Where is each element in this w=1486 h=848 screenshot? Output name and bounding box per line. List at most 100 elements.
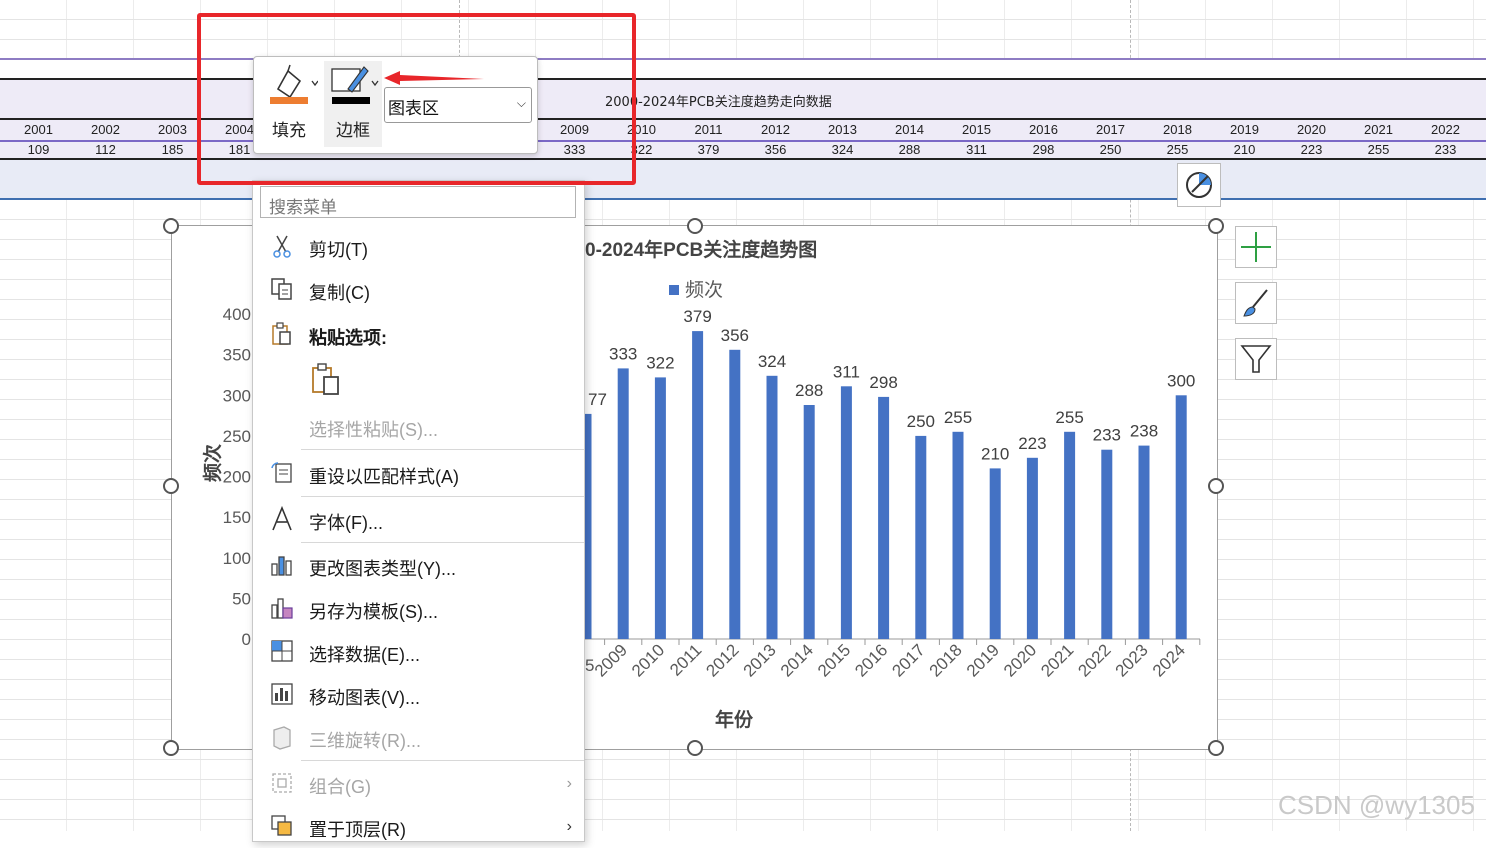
bar[interactable] [1026, 457, 1038, 639]
table-title: 2000-2024年PCB关注度趋势走向数据 [605, 95, 832, 110]
chart-filters-icon [1240, 345, 1272, 373]
bar[interactable] [1101, 449, 1113, 639]
year-cell[interactable]: 2013 [809, 122, 876, 137]
resize-handle[interactable] [1208, 740, 1224, 756]
border-line [0, 198, 1486, 200]
value-cell[interactable]: 185 [139, 142, 206, 157]
x-tick-label: 2014 [777, 640, 817, 680]
bar[interactable] [729, 349, 741, 640]
menu-separator [301, 542, 584, 543]
context-menu: 搜索菜单 剪切(T) 复制(C) 粘贴选项: 选择性粘贴(S)... 重设以匹配… [252, 180, 585, 842]
menu-item-paste-special: 选择性粘贴(S)... [253, 406, 584, 448]
value-cell[interactable]: 288 [876, 142, 943, 157]
legend-label: 频次 [685, 279, 723, 301]
value-cell[interactable]: 112 [72, 142, 139, 157]
bar[interactable] [915, 435, 927, 639]
chart-elements-button[interactable] [1235, 226, 1277, 268]
data-label: 255 [1055, 408, 1083, 427]
x-tick-label: 2010 [628, 640, 668, 680]
bar[interactable] [803, 405, 815, 639]
menu-item-label: 组合(G) [309, 777, 371, 797]
bar[interactable] [766, 375, 778, 640]
menu-item-3d-rotation: 三维旋转(R)... [253, 717, 584, 759]
menu-item-font[interactable]: 字体(F)... [253, 499, 584, 541]
chart-styles-button[interactable] [1235, 282, 1277, 324]
menu-item-bring-to-front[interactable]: 置于顶层(R) › [253, 806, 584, 848]
menu-item-move-chart[interactable]: 移动图表(V)... [253, 674, 584, 716]
bar[interactable] [989, 468, 1001, 639]
data-label: 238 [1130, 422, 1158, 441]
resize-handle[interactable] [1208, 218, 1224, 234]
value-cell[interactable]: 298 [1010, 142, 1077, 157]
value-cell[interactable]: 379 [675, 142, 742, 157]
year-cell[interactable]: 2011 [675, 122, 742, 137]
menu-item-copy[interactable]: 复制(C) [253, 269, 584, 311]
bar[interactable] [878, 396, 890, 639]
resize-handle[interactable] [163, 478, 179, 494]
data-label: 250 [907, 412, 935, 431]
year-cell[interactable]: 2020 [1278, 122, 1345, 137]
resize-handle[interactable] [687, 218, 703, 234]
bar[interactable] [1138, 445, 1150, 639]
resize-handle[interactable] [1208, 478, 1224, 494]
menu-item-label: 置于顶层(R) [309, 820, 406, 840]
bar[interactable] [692, 331, 704, 639]
resize-handle[interactable] [163, 740, 179, 756]
y-axis-ticks: 0 50 100 150 200 250 300 350 400 [223, 305, 251, 649]
x-tick-label: 2015 [814, 640, 854, 680]
red-highlight-box [197, 13, 636, 185]
value-cell[interactable]: 311 [943, 142, 1010, 157]
quick-analysis-button[interactable] [1177, 163, 1221, 207]
value-cell[interactable]: 255 [1345, 142, 1412, 157]
chart-filters-button[interactable] [1235, 338, 1277, 380]
bar[interactable] [617, 368, 629, 639]
menu-item-save-template[interactable]: 另存为模板(S)... [253, 588, 584, 630]
value-cell[interactable]: 109 [5, 142, 72, 157]
chart-type-icon [271, 556, 292, 576]
year-cell[interactable]: 2021 [1345, 122, 1412, 137]
x-tick-label: 2022 [1074, 640, 1114, 680]
year-cell[interactable]: 2019 [1211, 122, 1278, 137]
x-tick-label: 2009 [591, 640, 631, 680]
value-cell[interactable]: 210 [1211, 142, 1278, 157]
year-cell[interactable]: 2014 [876, 122, 943, 137]
resize-handle[interactable] [687, 740, 703, 756]
year-cell[interactable]: 2016 [1010, 122, 1077, 137]
menu-search-input[interactable]: 搜索菜单 [260, 186, 576, 218]
bar[interactable] [1064, 431, 1076, 639]
x-axis-title: 年份 [715, 708, 754, 731]
year-cell[interactable]: 2012 [742, 122, 809, 137]
menu-item-change-chart-type[interactable]: 更改图表类型(Y)... [253, 545, 584, 587]
x-tick-label: 2024 [1149, 640, 1189, 680]
value-cell[interactable]: 233 [1412, 142, 1479, 157]
bar[interactable] [1175, 395, 1187, 640]
year-cell[interactable]: 2022 [1412, 122, 1479, 137]
year-cell[interactable]: 2001 [5, 122, 72, 137]
font-icon [272, 506, 292, 531]
menu-item-reset-style[interactable]: 重设以匹配样式(A) [253, 453, 584, 495]
save-template-icon [271, 598, 293, 619]
paste-keep-source-button[interactable] [309, 361, 345, 397]
menu-item-select-data[interactable]: 选择数据(E)... [253, 631, 584, 673]
chart-styles-icon [1243, 289, 1268, 317]
menu-item-cut[interactable]: 剪切(T) [253, 226, 584, 268]
year-cell[interactable]: 2015 [943, 122, 1010, 137]
bar[interactable] [840, 386, 852, 639]
y-tick-label: 100 [223, 549, 251, 568]
value-cell[interactable]: 223 [1278, 142, 1345, 157]
value-cell[interactable]: 255 [1144, 142, 1211, 157]
value-cell[interactable]: 356 [742, 142, 809, 157]
year-cell[interactable]: 2018 [1144, 122, 1211, 137]
menu-separator [301, 760, 584, 761]
value-cell[interactable]: 324 [809, 142, 876, 157]
menu-item-label: 剪切(T) [309, 240, 368, 260]
3d-rotate-icon [273, 726, 291, 750]
year-cell[interactable]: 2002 [72, 122, 139, 137]
x-tick-label: 2017 [888, 640, 928, 680]
bar[interactable] [952, 431, 964, 639]
year-cell[interactable]: 2003 [139, 122, 206, 137]
value-cell[interactable]: 250 [1077, 142, 1144, 157]
bar[interactable] [654, 377, 666, 639]
resize-handle[interactable] [163, 218, 179, 234]
year-cell[interactable]: 2017 [1077, 122, 1144, 137]
